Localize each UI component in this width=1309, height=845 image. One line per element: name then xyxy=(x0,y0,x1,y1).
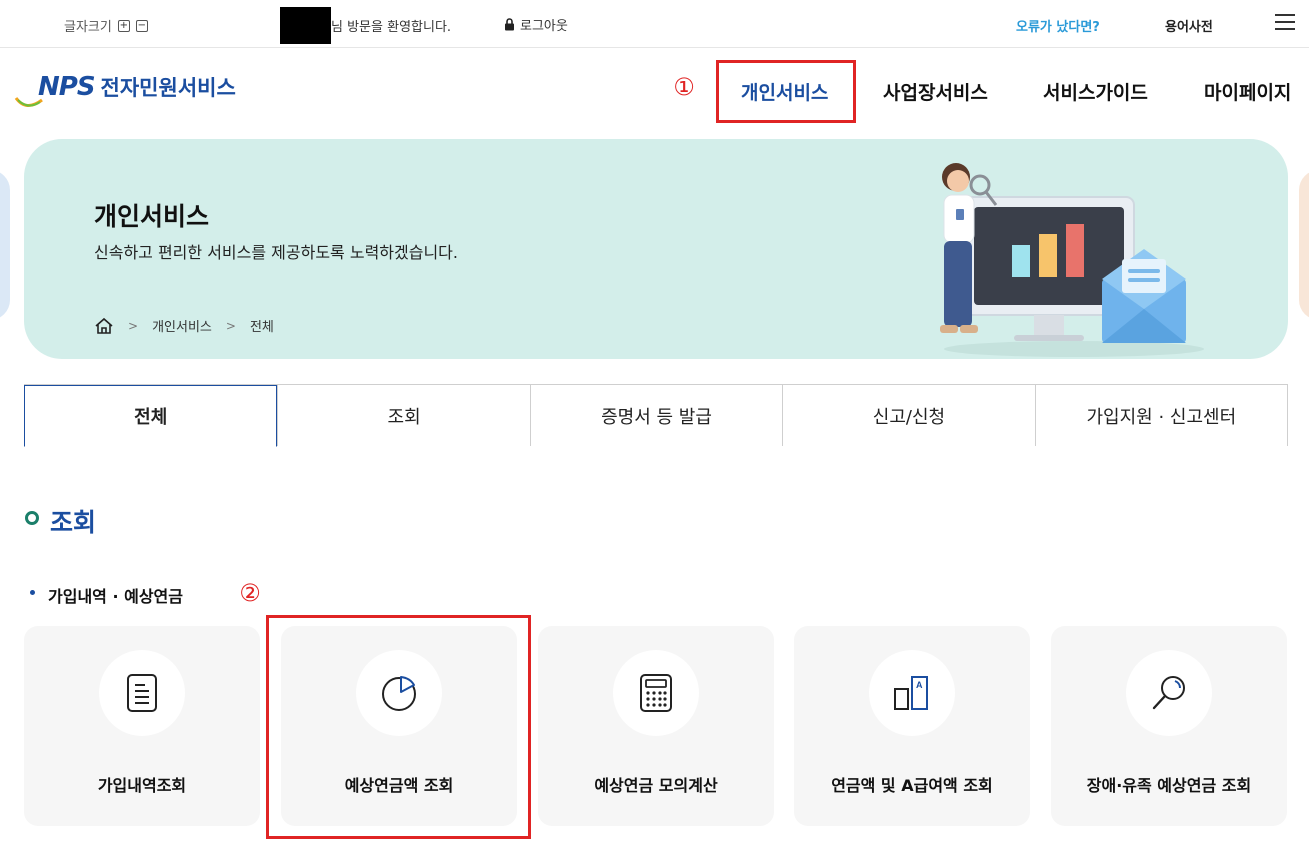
logout-label: 로그아웃 xyxy=(520,19,568,34)
document-icon xyxy=(127,674,157,712)
service-card-enrollment-history[interactable]: 가입내역조회 xyxy=(24,626,260,826)
font-size-label: 글자크기 xyxy=(64,20,112,35)
tab-inquiry[interactable]: 조회 xyxy=(277,385,530,446)
section-title: 조회 xyxy=(50,508,97,537)
nav-my-page[interactable]: 마이페이지 xyxy=(1204,78,1291,105)
subsection-bullet-icon xyxy=(30,590,35,595)
magnifier-icon xyxy=(1152,676,1185,710)
card-icon-circle xyxy=(1126,650,1212,736)
nps-swoosh-icon xyxy=(14,97,43,107)
home-icon[interactable] xyxy=(94,317,114,335)
redacted-username xyxy=(280,7,331,44)
section-bullet-icon xyxy=(25,511,39,525)
calculator-icon xyxy=(640,674,672,712)
card-label: 가입내역조회 xyxy=(97,776,187,795)
logo-title: 전자민원서비스 xyxy=(100,76,236,100)
category-tabs: 전체 조회 증명서 등 발급 신고/신청 가입지원 · 신고센터 xyxy=(24,384,1289,447)
card-icon-circle xyxy=(99,650,185,736)
annotation-marker-2: ② xyxy=(239,579,261,607)
error-report-link[interactable]: 오류가 났다면? xyxy=(1016,16,1100,35)
hero-banner: 개인서비스 신속하고 편리한 서비스를 제공하도록 노력하겠습니다. > 개인서… xyxy=(24,139,1288,359)
svg-text:A: A xyxy=(916,680,923,690)
site-logo[interactable]: NPS 전자민원서비스 xyxy=(14,72,236,107)
banner-illustration xyxy=(940,163,1204,357)
utility-bar: 글자크기 + − 님 방문을 환영합니다. 로그아웃 오류가 났다면? 용어사전 xyxy=(0,0,1309,48)
banner-prev-peek xyxy=(0,170,10,320)
service-card-pension-simulation[interactable]: 예상연금 모의계산 xyxy=(538,626,774,826)
logo-mark: NPS xyxy=(38,72,96,102)
tab-certificate[interactable]: 증명서 등 발급 xyxy=(529,385,783,446)
compare-a-icon: A xyxy=(894,676,928,710)
breadcrumb-item: 전체 xyxy=(249,320,274,335)
breadcrumb: > 개인서비스 > 전체 xyxy=(94,316,274,335)
banner-title: 개인서비스 xyxy=(94,202,210,231)
nav-business-service[interactable]: 사업장서비스 xyxy=(883,78,988,105)
breadcrumb-item[interactable]: 개인서비스 xyxy=(152,316,212,335)
logout-button[interactable]: 로그아웃 xyxy=(504,15,568,34)
menu-icon[interactable] xyxy=(1275,14,1295,32)
nav-personal-service[interactable]: 개인서비스 xyxy=(741,78,828,105)
welcome-message: 님 방문을 환영합니다. xyxy=(331,20,452,35)
tab-report-apply[interactable]: 신고/신청 xyxy=(782,385,1035,446)
highlight-box-card xyxy=(266,615,531,839)
service-card-pension-a-benefit[interactable]: A 연금액 및 A급여액 조회 xyxy=(794,626,1030,826)
banner-next-peek xyxy=(1299,170,1309,320)
subsection-title: 가입내역 · 예상연금 xyxy=(48,587,183,606)
lock-icon xyxy=(505,18,514,31)
chevron-right-icon: > xyxy=(128,318,139,333)
card-label: 연금액 및 A급여액 조회 xyxy=(831,776,993,795)
card-icon-circle: A xyxy=(869,650,955,736)
tab-all[interactable]: 전체 xyxy=(24,385,278,447)
font-size-control: 글자크기 + − xyxy=(64,16,148,35)
font-increase-button[interactable]: + xyxy=(117,19,130,32)
chevron-right-icon: > xyxy=(225,318,236,333)
banner-subtitle: 신속하고 편리한 서비스를 제공하도록 노력하겠습니다. xyxy=(94,243,458,262)
font-decrease-button[interactable]: − xyxy=(135,19,148,32)
annotation-marker-1: ① xyxy=(673,73,695,101)
service-card-disability-survivor[interactable]: 장애·유족 예상연금 조회 xyxy=(1051,626,1287,826)
tab-support-center[interactable]: 가입지원 · 신고센터 xyxy=(1034,385,1289,446)
card-label: 장애·유족 예상연금 조회 xyxy=(1086,776,1252,795)
nav-service-guide[interactable]: 서비스가이드 xyxy=(1043,78,1148,105)
card-label: 예상연금 모의계산 xyxy=(594,776,718,795)
card-icon-circle xyxy=(613,650,699,736)
dictionary-link[interactable]: 용어사전 xyxy=(1165,16,1213,35)
